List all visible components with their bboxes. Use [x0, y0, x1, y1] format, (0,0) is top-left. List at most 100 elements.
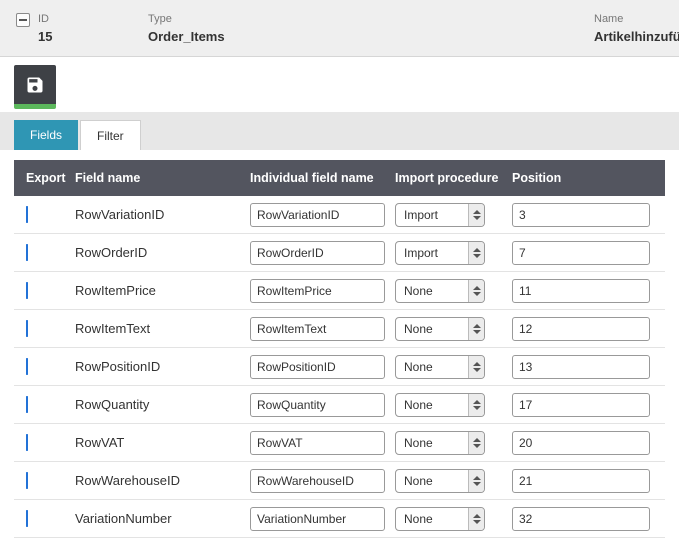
chevron-up-icon	[473, 248, 481, 252]
import-procedure-value: None	[396, 474, 468, 488]
table-row: RowVariationID Import	[14, 196, 665, 234]
import-procedure-select[interactable]: None	[395, 469, 485, 493]
individual-field-name-input[interactable]	[250, 431, 385, 455]
import-procedure-select[interactable]: Import	[395, 241, 485, 265]
individual-field-name-input[interactable]	[250, 203, 385, 227]
import-procedure-cell: None	[395, 279, 512, 303]
export-checkbox[interactable]	[26, 472, 28, 489]
import-procedure-value: Import	[396, 208, 468, 222]
chevron-down-icon	[473, 482, 481, 486]
table-row: RowWarehouseID None	[14, 462, 665, 500]
save-button[interactable]	[14, 65, 56, 109]
import-procedure-cell: None	[395, 507, 512, 531]
position-input[interactable]	[512, 507, 650, 531]
individual-field-name-input[interactable]	[250, 355, 385, 379]
tab-fields[interactable]: Fields	[14, 120, 78, 150]
export-checkbox[interactable]	[26, 320, 28, 337]
export-checkbox[interactable]	[26, 396, 28, 413]
export-checkbox[interactable]	[26, 206, 28, 223]
individual-field-name-input[interactable]	[250, 317, 385, 341]
individual-field-name-input[interactable]	[250, 507, 385, 531]
record-id-column: ID 15	[38, 13, 52, 44]
position-input[interactable]	[512, 355, 650, 379]
individual-field-name-cell	[250, 241, 395, 265]
import-procedure-select[interactable]: None	[395, 355, 485, 379]
export-cell	[26, 397, 75, 412]
import-procedure-select[interactable]: None	[395, 317, 485, 341]
record-type-column: Type Order_Items	[148, 13, 225, 44]
field-name-label: RowQuantity	[75, 397, 250, 412]
individual-field-name-cell	[250, 393, 395, 417]
import-procedure-select[interactable]: Import	[395, 203, 485, 227]
chevron-down-icon	[473, 292, 481, 296]
position-input[interactable]	[512, 393, 650, 417]
position-cell	[512, 355, 665, 379]
position-input[interactable]	[512, 203, 650, 227]
individual-field-name-input[interactable]	[250, 469, 385, 493]
chevron-down-icon	[473, 330, 481, 334]
individual-field-name-input[interactable]	[250, 241, 385, 265]
import-procedure-select[interactable]: None	[395, 393, 485, 417]
import-procedure-select[interactable]: None	[395, 507, 485, 531]
export-checkbox[interactable]	[26, 244, 28, 261]
export-checkbox[interactable]	[26, 434, 28, 451]
export-cell	[26, 245, 75, 260]
position-input[interactable]	[512, 469, 650, 493]
import-procedure-value: None	[396, 322, 468, 336]
export-checkbox[interactable]	[26, 358, 28, 375]
table-row: RowItemText None	[14, 310, 665, 348]
table-row: RowVAT None	[14, 424, 665, 462]
toolbar	[0, 57, 679, 112]
export-cell	[26, 473, 75, 488]
position-input[interactable]	[512, 431, 650, 455]
name-label: Name	[594, 13, 679, 25]
export-checkbox[interactable]	[26, 510, 28, 527]
chevron-up-icon	[473, 210, 481, 214]
field-name-label: RowPositionID	[75, 359, 250, 374]
record-header: ID 15 Type Order_Items Name Artikelhinzu…	[0, 0, 679, 57]
import-procedure-cell: None	[395, 317, 512, 341]
field-name-label: RowVAT	[75, 435, 250, 450]
position-input[interactable]	[512, 279, 650, 303]
chevron-up-icon	[473, 324, 481, 328]
import-procedure-cell: Import	[395, 203, 512, 227]
field-name-label: RowWarehouseID	[75, 473, 250, 488]
position-cell	[512, 469, 665, 493]
col-header-field-name: Field name	[75, 171, 250, 185]
chevron-down-icon	[473, 520, 481, 524]
col-header-export: Export	[26, 171, 75, 185]
import-procedure-cell: None	[395, 355, 512, 379]
stepper-icon	[468, 204, 484, 226]
tab-filter[interactable]: Filter	[80, 120, 141, 150]
position-cell	[512, 317, 665, 341]
stepper-icon	[468, 394, 484, 416]
chevron-down-icon	[473, 444, 481, 448]
chevron-up-icon	[473, 514, 481, 518]
individual-field-name-input[interactable]	[250, 279, 385, 303]
individual-field-name-cell	[250, 507, 395, 531]
export-checkbox[interactable]	[26, 282, 28, 299]
record-name-column: Name Artikelhinzufüg	[594, 13, 679, 44]
table-row: VariationNumber None	[14, 500, 665, 538]
name-value: Artikelhinzufüg	[594, 29, 679, 44]
table-body: RowVariationID Import RowOrderID	[14, 196, 665, 538]
position-input[interactable]	[512, 317, 650, 341]
import-procedure-select[interactable]: None	[395, 431, 485, 455]
import-procedure-cell: Import	[395, 241, 512, 265]
stepper-icon	[468, 356, 484, 378]
position-cell	[512, 393, 665, 417]
col-header-position: Position	[512, 171, 665, 185]
type-value: Order_Items	[148, 29, 225, 44]
stepper-icon	[468, 470, 484, 492]
chevron-down-icon	[473, 254, 481, 258]
import-procedure-value: None	[396, 436, 468, 450]
export-cell	[26, 283, 75, 298]
import-procedure-select[interactable]: None	[395, 279, 485, 303]
type-label: Type	[148, 13, 225, 25]
stepper-icon	[468, 280, 484, 302]
id-value: 15	[38, 29, 52, 44]
individual-field-name-input[interactable]	[250, 393, 385, 417]
collapse-icon[interactable]	[16, 13, 30, 27]
position-input[interactable]	[512, 241, 650, 265]
position-cell	[512, 203, 665, 227]
